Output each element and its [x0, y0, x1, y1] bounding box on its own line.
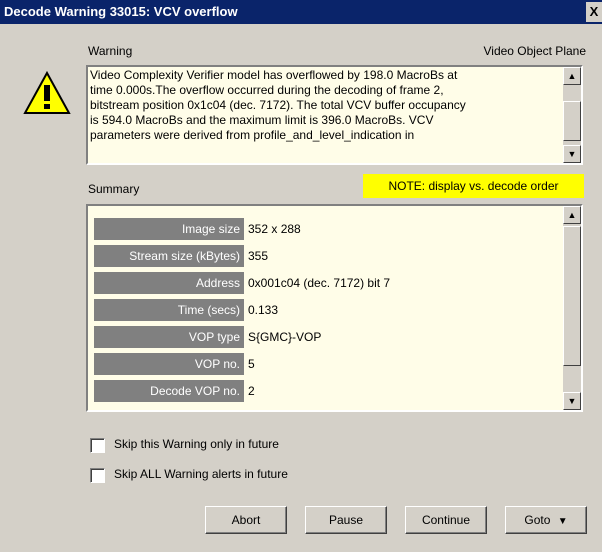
scroll-up-icon[interactable]: ▲	[563, 67, 581, 85]
summary-row: Time (secs) 0.133	[94, 297, 561, 324]
summary-row: Decode VOP no. 2	[94, 378, 561, 405]
scroll-down-icon[interactable]: ▼	[563, 145, 581, 163]
close-icon[interactable]: X	[586, 2, 602, 22]
summary-value: S{GMC}-VOP	[248, 330, 322, 344]
continue-button[interactable]: Continue	[405, 506, 487, 534]
summary-row: Image size 352 x 288	[94, 216, 561, 243]
summary-value: 0.133	[248, 303, 279, 317]
warning-triangle-icon	[23, 70, 71, 114]
summary-row: VOP type S{GMC}-VOP	[94, 324, 561, 351]
scroll-down-icon[interactable]: ▼	[563, 392, 581, 410]
message-scrollbar[interactable]: ▲ ▼	[563, 67, 581, 163]
summary-key: Address	[94, 272, 244, 294]
category-label: Video Object Plane	[483, 44, 586, 58]
goto-label: Goto	[524, 513, 551, 527]
summary-row: Address 0x001c04 (dec. 7172) bit 7	[94, 270, 561, 297]
pause-button[interactable]: Pause	[305, 506, 387, 534]
summary-scrollbar[interactable]: ▲ ▼	[563, 206, 581, 410]
scroll-up-icon[interactable]: ▲	[563, 206, 581, 224]
checkbox-box[interactable]	[90, 438, 105, 453]
display-order-note: NOTE: display vs. decode order	[363, 174, 584, 198]
summary-value: 0x001c04 (dec. 7172) bit 7	[248, 276, 391, 290]
summary-key: Decode VOP no.	[94, 380, 244, 402]
summary-value: 5	[248, 357, 255, 371]
summary-key: VOP type	[94, 326, 244, 348]
window-title: Decode Warning 33015: VCV overflow	[4, 4, 238, 19]
message-box[interactable]: Video Complexity Verifier model has over…	[86, 65, 583, 165]
goto-button[interactable]: Goto ▼	[505, 506, 587, 534]
summary-row: VOP no. 5	[94, 351, 561, 378]
abort-button[interactable]: Abort	[205, 506, 287, 534]
summary-panel[interactable]: Image size 352 x 288 Stream size (kBytes…	[86, 204, 583, 412]
summary-label: Summary	[88, 182, 140, 196]
message-text: Video Complexity Verifier model has over…	[90, 68, 466, 142]
summary-key: Time (secs)	[94, 299, 244, 321]
summary-value: 355	[248, 249, 269, 263]
summary-value: 2	[248, 384, 255, 398]
checkbox-label: Skip ALL Warning alerts in future	[114, 467, 288, 481]
summary-key: Image size	[94, 218, 244, 240]
checkbox-label: Skip this Warning only in future	[114, 437, 279, 451]
warning-label: Warning	[88, 44, 133, 58]
scroll-thumb[interactable]	[563, 226, 581, 366]
checkbox-box[interactable]	[90, 468, 105, 483]
summary-row: Stream size (kBytes) 355	[94, 243, 561, 270]
chevron-down-icon: ▼	[557, 516, 568, 527]
summary-key: VOP no.	[94, 353, 244, 375]
summary-key: Stream size (kBytes)	[94, 245, 244, 267]
summary-value: 352 x 288	[248, 222, 301, 236]
scroll-thumb[interactable]	[563, 101, 581, 141]
title-bar: Decode Warning 33015: VCV overflow X	[0, 0, 602, 24]
